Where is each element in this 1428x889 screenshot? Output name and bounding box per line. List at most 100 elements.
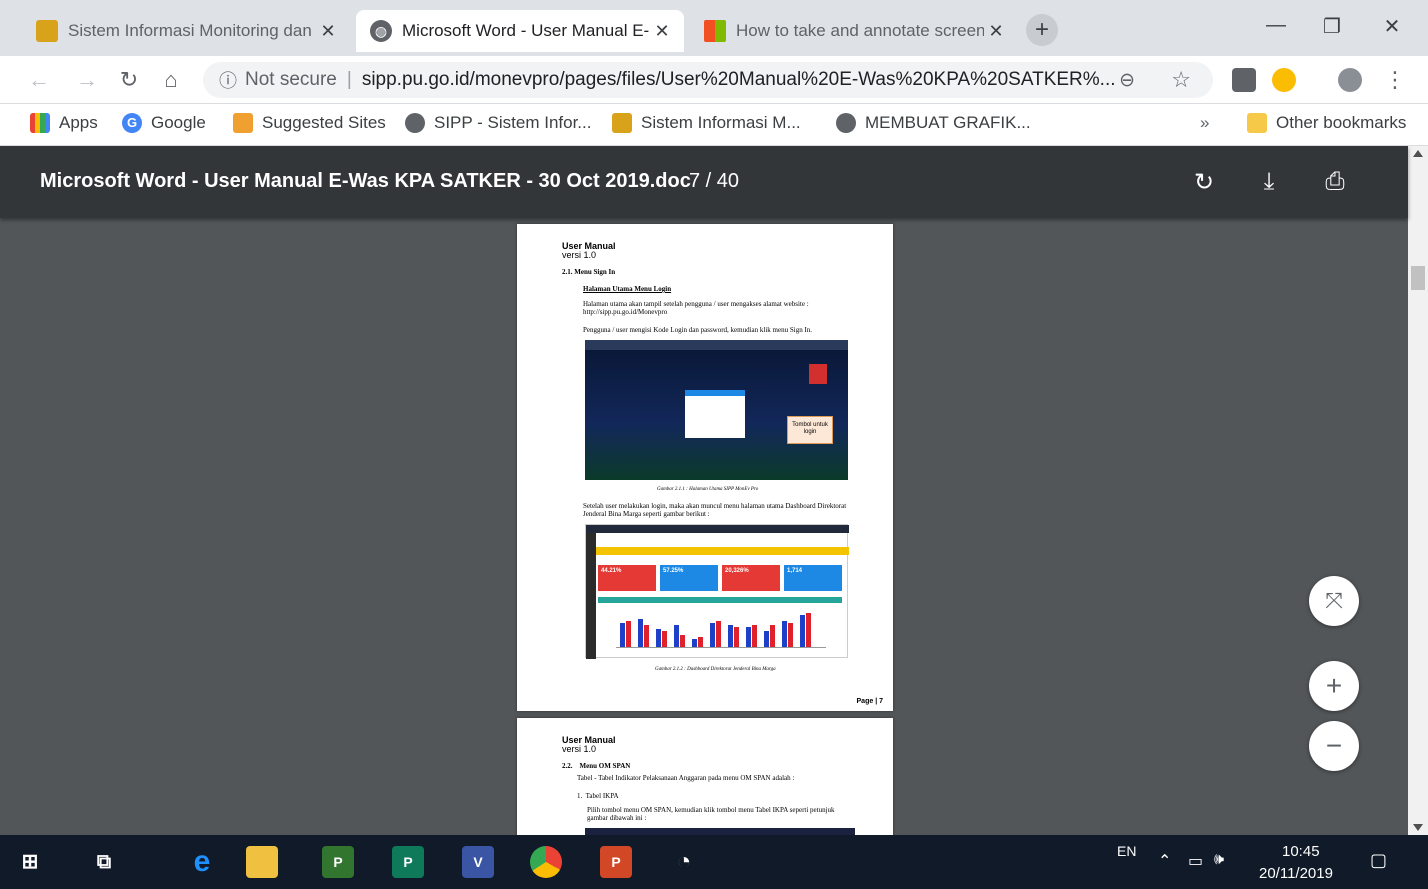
screenshot-preview (585, 828, 855, 835)
stat-card: 20,326% (722, 565, 780, 591)
close-tab-icon[interactable]: ✕ (316, 21, 340, 42)
bookmark-label: Sistem Informasi M... (641, 113, 801, 132)
rotate-icon[interactable]: ↻ (1189, 168, 1219, 197)
dashboard-sidebar (586, 533, 596, 659)
bookmarks-overflow-button[interactable]: » (1200, 113, 1209, 133)
browser-toolbar: ← → ↻ ⌂ ⓘ Not secure | sipp.pu.go.id/mon… (0, 56, 1428, 104)
chart-bar (692, 639, 697, 647)
info-icon[interactable]: ⓘ (219, 67, 237, 93)
edge-icon[interactable]: e (186, 846, 218, 878)
chart-bar (656, 629, 661, 647)
bookmark-apps[interactable]: Apps (30, 113, 98, 133)
page-header-version: versi 1.0 (562, 250, 597, 260)
powerpoint-icon[interactable]: P (600, 846, 632, 878)
close-window-button[interactable]: ✕ (1372, 14, 1412, 39)
publisher-icon[interactable]: P (392, 846, 424, 878)
tab-strip: Sistem Informasi Monitoring dan ✕ ◍ Micr… (0, 0, 1428, 56)
close-tab-icon[interactable]: ✕ (650, 21, 674, 42)
globe-icon: ◍ (370, 20, 392, 42)
chrome-icon[interactable] (530, 846, 562, 878)
address-bar[interactable]: ⓘ Not secure | sipp.pu.go.id/monevpro/pa… (203, 62, 1213, 98)
volume-icon[interactable]: 🕪 (1214, 851, 1224, 869)
home-button[interactable]: ⌂ (156, 66, 186, 94)
snip-tool-icon[interactable]: ◔ (668, 846, 700, 878)
chart-bar (728, 625, 733, 647)
language-indicator[interactable]: EN (1117, 843, 1136, 859)
chart-bar (800, 615, 805, 647)
separator: | (346, 69, 352, 90)
tab-how-to-annotate[interactable]: How to take and annotate screen ✕ (690, 10, 1018, 52)
extension-color-icon[interactable] (1272, 68, 1296, 92)
url-text[interactable]: sipp.pu.go.id/monevpro/pages/files/User%… (362, 69, 1122, 91)
apps-grid-icon (30, 113, 50, 133)
download-icon[interactable]: ⤓ (1254, 168, 1284, 196)
bookmark-sistem-informasi[interactable]: Sistem Informasi M... (612, 113, 801, 133)
back-button[interactable]: ← (24, 66, 54, 94)
show-hidden-icons-icon[interactable]: ⌃ (1158, 851, 1171, 871)
scrollbar-thumb[interactable] (1411, 266, 1425, 290)
dashboard-topbar (586, 525, 849, 533)
chart-bar (710, 623, 715, 647)
bookmark-membuat-grafik[interactable]: MEMBUAT GRAFIK... (836, 113, 1031, 133)
zoom-icon[interactable]: ⊖ (1119, 69, 1135, 92)
close-tab-icon[interactable]: ✕ (984, 21, 1008, 42)
chart-bar (680, 635, 685, 647)
tab-title: Sistem Informasi Monitoring dan (68, 21, 312, 40)
bookmark-star-icon[interactable]: ☆ (1171, 67, 1191, 93)
new-tab-button[interactable]: + (1026, 14, 1058, 46)
zoom-out-button[interactable]: − (1309, 721, 1359, 771)
project-icon[interactable]: P (322, 846, 354, 878)
tab-sistem-informasi[interactable]: Sistem Informasi Monitoring dan ✕ (22, 10, 350, 52)
pdf-page: User Manual versi 1.0 2.1. Menu Sign In … (517, 224, 893, 711)
bookmark-other[interactable]: Other bookmarks (1247, 113, 1406, 133)
page-header-version: versi 1.0 (562, 744, 597, 754)
visio-icon[interactable]: V (462, 846, 494, 878)
clock-time[interactable]: 10:45 (1282, 843, 1320, 860)
chart-bar (788, 623, 793, 647)
list-item: 1. Tabel IKPA (577, 792, 619, 800)
reload-button[interactable]: ↻ (114, 66, 144, 94)
chart-bar (698, 637, 703, 647)
scroll-down-icon[interactable] (1413, 824, 1423, 831)
scroll-up-icon[interactable] (1413, 150, 1423, 157)
chart-bar (644, 625, 649, 647)
chart-bar (770, 625, 775, 647)
chart-bar (674, 625, 679, 647)
stat-card: 44.21% (598, 565, 656, 591)
battery-icon[interactable]: ▭ (1188, 851, 1203, 871)
chart-bar (662, 631, 667, 647)
tab-title: How to take and annotate screen (736, 21, 984, 40)
vertical-scrollbar[interactable] (1408, 146, 1428, 835)
bookmark-suggested-sites[interactable]: Suggested Sites (233, 113, 386, 133)
task-view-icon[interactable]: ⧉ (88, 846, 120, 878)
extension-icon[interactable] (1232, 68, 1256, 92)
login-panel (685, 390, 745, 438)
dashboard-header (586, 547, 849, 555)
bookmark-sipp[interactable]: SIPP - Sistem Infor... (405, 113, 591, 133)
profile-avatar[interactable] (1338, 68, 1362, 92)
notifications-icon[interactable]: ▢ (1370, 850, 1387, 871)
bookmark-label: Google (151, 113, 206, 132)
print-icon[interactable]: ⎙ (1320, 168, 1350, 196)
clock-date[interactable]: 20/11/2019 (1259, 865, 1333, 882)
chart-bar (764, 631, 769, 647)
suggested-sites-icon (233, 113, 253, 133)
fit-to-page-button[interactable]: ⤧ (1309, 576, 1359, 626)
paragraph: Setelah user melakukan login, maka akan … (583, 502, 847, 518)
globe-icon (405, 113, 425, 133)
paragraph: Halaman utama akan tampil setelah penggu… (583, 300, 809, 316)
forward-button[interactable]: → (72, 66, 102, 94)
file-explorer-icon[interactable] (246, 846, 278, 878)
bookmark-google[interactable]: G Google (122, 113, 206, 133)
page-indicator[interactable]: 7 / 40 (689, 170, 739, 193)
menu-button[interactable]: ⋮ (1380, 66, 1410, 94)
bookmark-label: Apps (59, 113, 98, 132)
restore-button[interactable]: ❐ (1312, 14, 1352, 39)
tab-microsoft-word[interactable]: ◍ Microsoft Word - User Manual E- ✕ (356, 10, 684, 52)
bookmarks-bar: Apps G Google Suggested Sites SIPP - Sis… (0, 104, 1428, 146)
bookmark-label: Suggested Sites (262, 113, 386, 132)
minimize-button[interactable]: — (1256, 14, 1296, 37)
dashboard-screenshot: 44.21% 57.25% 20,326% 1,714 (585, 524, 849, 659)
zoom-in-button[interactable]: + (1309, 661, 1359, 711)
windows-start-icon[interactable]: ⊞ (14, 846, 46, 878)
